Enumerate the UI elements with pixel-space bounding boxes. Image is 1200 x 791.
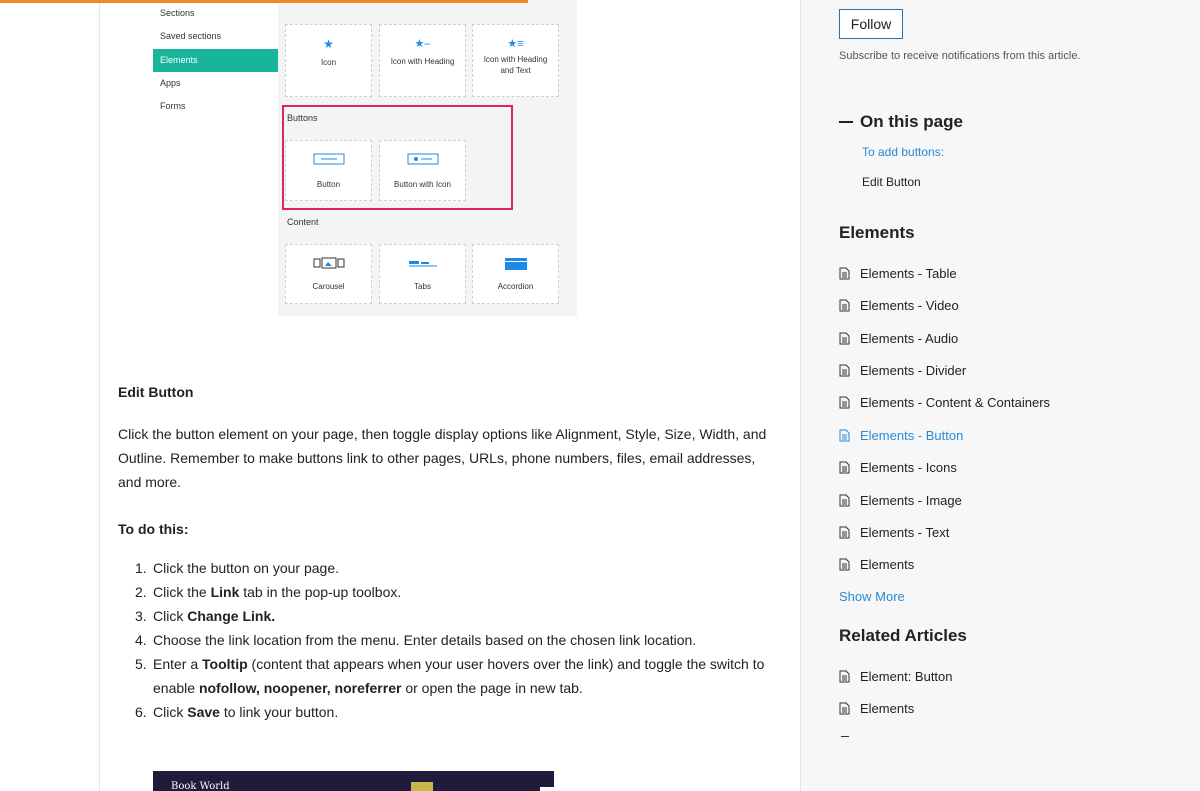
elements-item-label: Elements - Image bbox=[860, 493, 962, 508]
document-icon bbox=[839, 702, 850, 715]
elements-item-label: Elements bbox=[860, 557, 915, 572]
shot-nav-forms: Forms bbox=[160, 101, 186, 111]
related-article-label: Element: Button bbox=[860, 669, 953, 684]
divider-dash bbox=[841, 736, 849, 737]
elements-item[interactable]: Elements - Image bbox=[839, 493, 962, 508]
left-gutter bbox=[0, 0, 100, 791]
related-articles-heading: Related Articles bbox=[839, 626, 967, 645]
step-6: 6. Click Save to link your button. bbox=[135, 704, 339, 720]
elements-item[interactable]: Elements bbox=[839, 557, 914, 572]
step-5: 5. Enter a Tooltip (content that appears … bbox=[135, 656, 765, 696]
show-more-link[interactable]: Show More bbox=[839, 589, 905, 604]
elements-item[interactable]: Elements - Button bbox=[839, 428, 963, 443]
elements-item-label: Elements - Text bbox=[860, 525, 950, 540]
accordion-icon bbox=[504, 258, 527, 270]
document-icon bbox=[839, 558, 850, 571]
collapse-dash-icon bbox=[839, 121, 853, 123]
related-article-item[interactable]: Elements bbox=[839, 701, 914, 716]
step-1: 1. Click the button on your page. bbox=[135, 560, 340, 576]
shot-nav-elements: Elements bbox=[153, 49, 278, 72]
star-heading-icon: ★– bbox=[414, 38, 431, 50]
carousel-icon bbox=[313, 257, 344, 269]
document-icon bbox=[839, 494, 850, 507]
star-text-icon: ★≡ bbox=[507, 38, 524, 50]
follow-button[interactable]: Follow bbox=[839, 9, 903, 39]
elements-item-label: Elements - Content & Containers bbox=[860, 395, 1051, 410]
buttons-highlight-box bbox=[282, 105, 513, 210]
otp-link-edit-button[interactable]: Edit Button bbox=[862, 175, 921, 189]
elements-item-label: Elements - Button bbox=[860, 428, 964, 443]
document-icon bbox=[839, 670, 850, 683]
shot-tile-accordion: Accordion bbox=[472, 244, 559, 304]
shot-content-heading: Content bbox=[287, 217, 319, 227]
right-sidebar: Follow Subscribe to receive notification… bbox=[801, 0, 1200, 791]
elements-item-label: Elements - Table bbox=[860, 266, 957, 281]
elements-item[interactable]: Elements - Text bbox=[839, 525, 949, 540]
document-icon bbox=[839, 526, 850, 539]
otp-link-to-add-buttons[interactable]: To add buttons: bbox=[862, 145, 944, 159]
document-icon bbox=[839, 267, 850, 280]
document-icon bbox=[839, 429, 850, 442]
star-icon: ★ bbox=[323, 37, 334, 51]
elements-item[interactable]: Elements - Content & Containers bbox=[839, 395, 1050, 410]
elements-item-label: Elements - Audio bbox=[860, 331, 959, 346]
banner-title: Book World bbox=[171, 781, 230, 791]
builder-screenshot: Sections Saved sections Elements Apps Fo… bbox=[153, 0, 577, 316]
related-article-item[interactable]: Element: Button bbox=[839, 669, 953, 684]
related-article-label: Elements bbox=[860, 701, 915, 716]
elements-item[interactable]: Elements - Divider bbox=[839, 363, 966, 378]
elements-item[interactable]: Elements - Icons bbox=[839, 460, 957, 475]
shot-nav-sections: Sections bbox=[160, 8, 195, 18]
shot-tile-tabs: Tabs bbox=[379, 244, 466, 304]
shot-nav-apps: Apps bbox=[160, 78, 181, 88]
elements-item-label: Elements - Video bbox=[860, 298, 959, 313]
elements-item[interactable]: Elements - Audio bbox=[839, 331, 958, 346]
elements-item[interactable]: Elements - Table bbox=[839, 266, 957, 281]
shot-tile-icon-heading: ★– Icon with Heading bbox=[379, 24, 466, 97]
step-2: 2. Click the Link tab in the pop-up toolb… bbox=[135, 584, 402, 600]
document-icon bbox=[839, 332, 850, 345]
banner-corner bbox=[540, 787, 554, 791]
shot-nav-saved-sections: Saved sections bbox=[160, 31, 222, 41]
steps-list: 1. Click the button on your page. 2. Click… bbox=[135, 556, 773, 724]
reading-progress-bar bbox=[0, 0, 528, 3]
elements-item[interactable]: Elements - Video bbox=[839, 298, 959, 313]
shot-tile-icon: ★ Icon bbox=[285, 24, 372, 97]
step-3: 3. Click Change Link. bbox=[135, 608, 276, 624]
document-icon bbox=[839, 299, 850, 312]
tabs-icon bbox=[408, 261, 437, 267]
edit-button-paragraph: Click the button element on your page, t… bbox=[118, 426, 767, 490]
elements-item-label: Elements - Divider bbox=[860, 363, 967, 378]
on-this-page-toggle[interactable]: On this page bbox=[839, 112, 963, 132]
elements-item-label: Elements - Icons bbox=[860, 460, 957, 475]
on-this-page-heading: On this page bbox=[860, 112, 963, 131]
document-icon bbox=[839, 461, 850, 474]
article-body: Sections Saved sections Elements Apps Fo… bbox=[99, 0, 801, 791]
shot-tile-icon-heading-text: ★≡ Icon with Heading and Text bbox=[472, 24, 559, 97]
todo-heading: To do this: bbox=[118, 521, 189, 537]
document-icon bbox=[839, 396, 850, 409]
edit-button-heading: Edit Button bbox=[118, 384, 194, 400]
book-world-screenshot: Book World bbox=[153, 771, 554, 791]
elements-heading: Elements bbox=[839, 223, 915, 242]
step-4: 4. Choose the link location from the menu… bbox=[135, 632, 697, 648]
document-icon bbox=[839, 364, 850, 377]
shot-tile-carousel: Carousel bbox=[285, 244, 372, 304]
subscribe-text: Subscribe to receive notifications from … bbox=[839, 50, 1081, 62]
banner-gold-block bbox=[411, 782, 433, 791]
